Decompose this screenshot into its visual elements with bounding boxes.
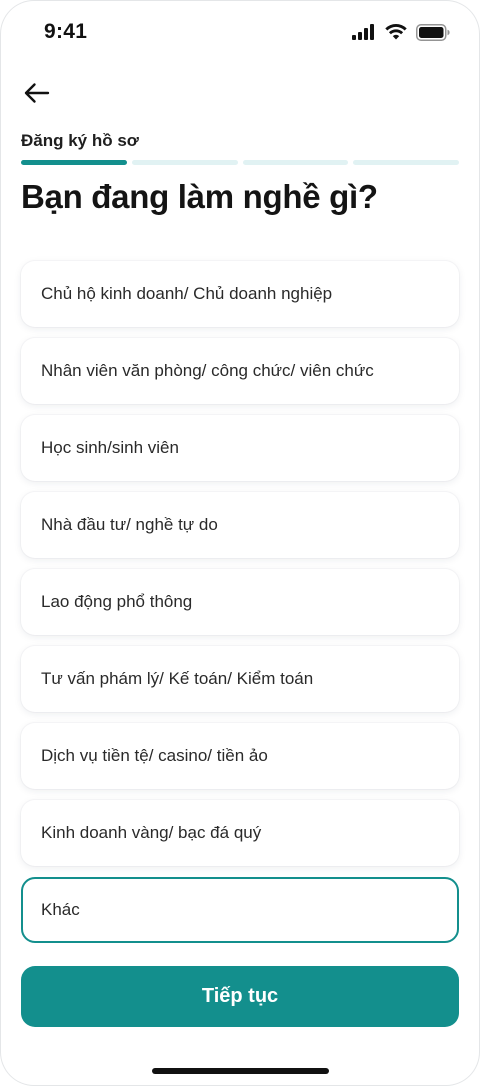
progress-step bbox=[353, 160, 459, 165]
occupation-option[interactable]: Kinh doanh vàng/ bạc đá quý bbox=[21, 800, 459, 866]
status-icons bbox=[352, 22, 450, 42]
signal-icon bbox=[352, 24, 374, 40]
battery-icon bbox=[416, 23, 450, 41]
occupation-options: Chủ hộ kinh doanh/ Chủ doanh nghiệp Nhân… bbox=[21, 261, 459, 954]
status-time: 9:41 bbox=[44, 20, 88, 43]
arrow-left-icon bbox=[24, 83, 50, 103]
progress-step bbox=[242, 160, 349, 165]
continue-button[interactable]: Tiếp tục bbox=[21, 966, 459, 1027]
phone-screen: 9:41 Đăng ký hồ sơ Bạn đang làm nghề gì?… bbox=[0, 0, 480, 1086]
occupation-option[interactable]: Nhân viên văn phòng/ công chức/ viên chứ… bbox=[21, 338, 459, 404]
back-button[interactable] bbox=[18, 76, 54, 110]
occupation-option[interactable]: Học sinh/sinh viên bbox=[21, 415, 459, 481]
occupation-option[interactable]: Lao động phổ thông bbox=[21, 569, 459, 635]
step-label: Đăng ký hồ sơ bbox=[21, 131, 139, 150]
progress-step bbox=[21, 160, 127, 165]
home-indicator bbox=[152, 1068, 329, 1074]
occupation-option-selected[interactable]: Khác bbox=[21, 877, 459, 943]
occupation-option[interactable]: Nhà đầu tư/ nghề tự do bbox=[21, 492, 459, 558]
occupation-option[interactable]: Tư vấn phám lý/ Kế toán/ Kiểm toán bbox=[21, 646, 459, 712]
occupation-option[interactable]: Dịch vụ tiền tệ/ casino/ tiền ảo bbox=[21, 723, 459, 789]
occupation-option[interactable]: Chủ hộ kinh doanh/ Chủ doanh nghiệp bbox=[21, 261, 459, 327]
step-progress bbox=[21, 160, 459, 165]
wifi-icon bbox=[385, 24, 407, 40]
status-bar: 9:41 bbox=[0, 0, 480, 64]
page-title: Bạn đang làm nghề gì? bbox=[21, 178, 378, 215]
progress-step bbox=[131, 160, 238, 165]
